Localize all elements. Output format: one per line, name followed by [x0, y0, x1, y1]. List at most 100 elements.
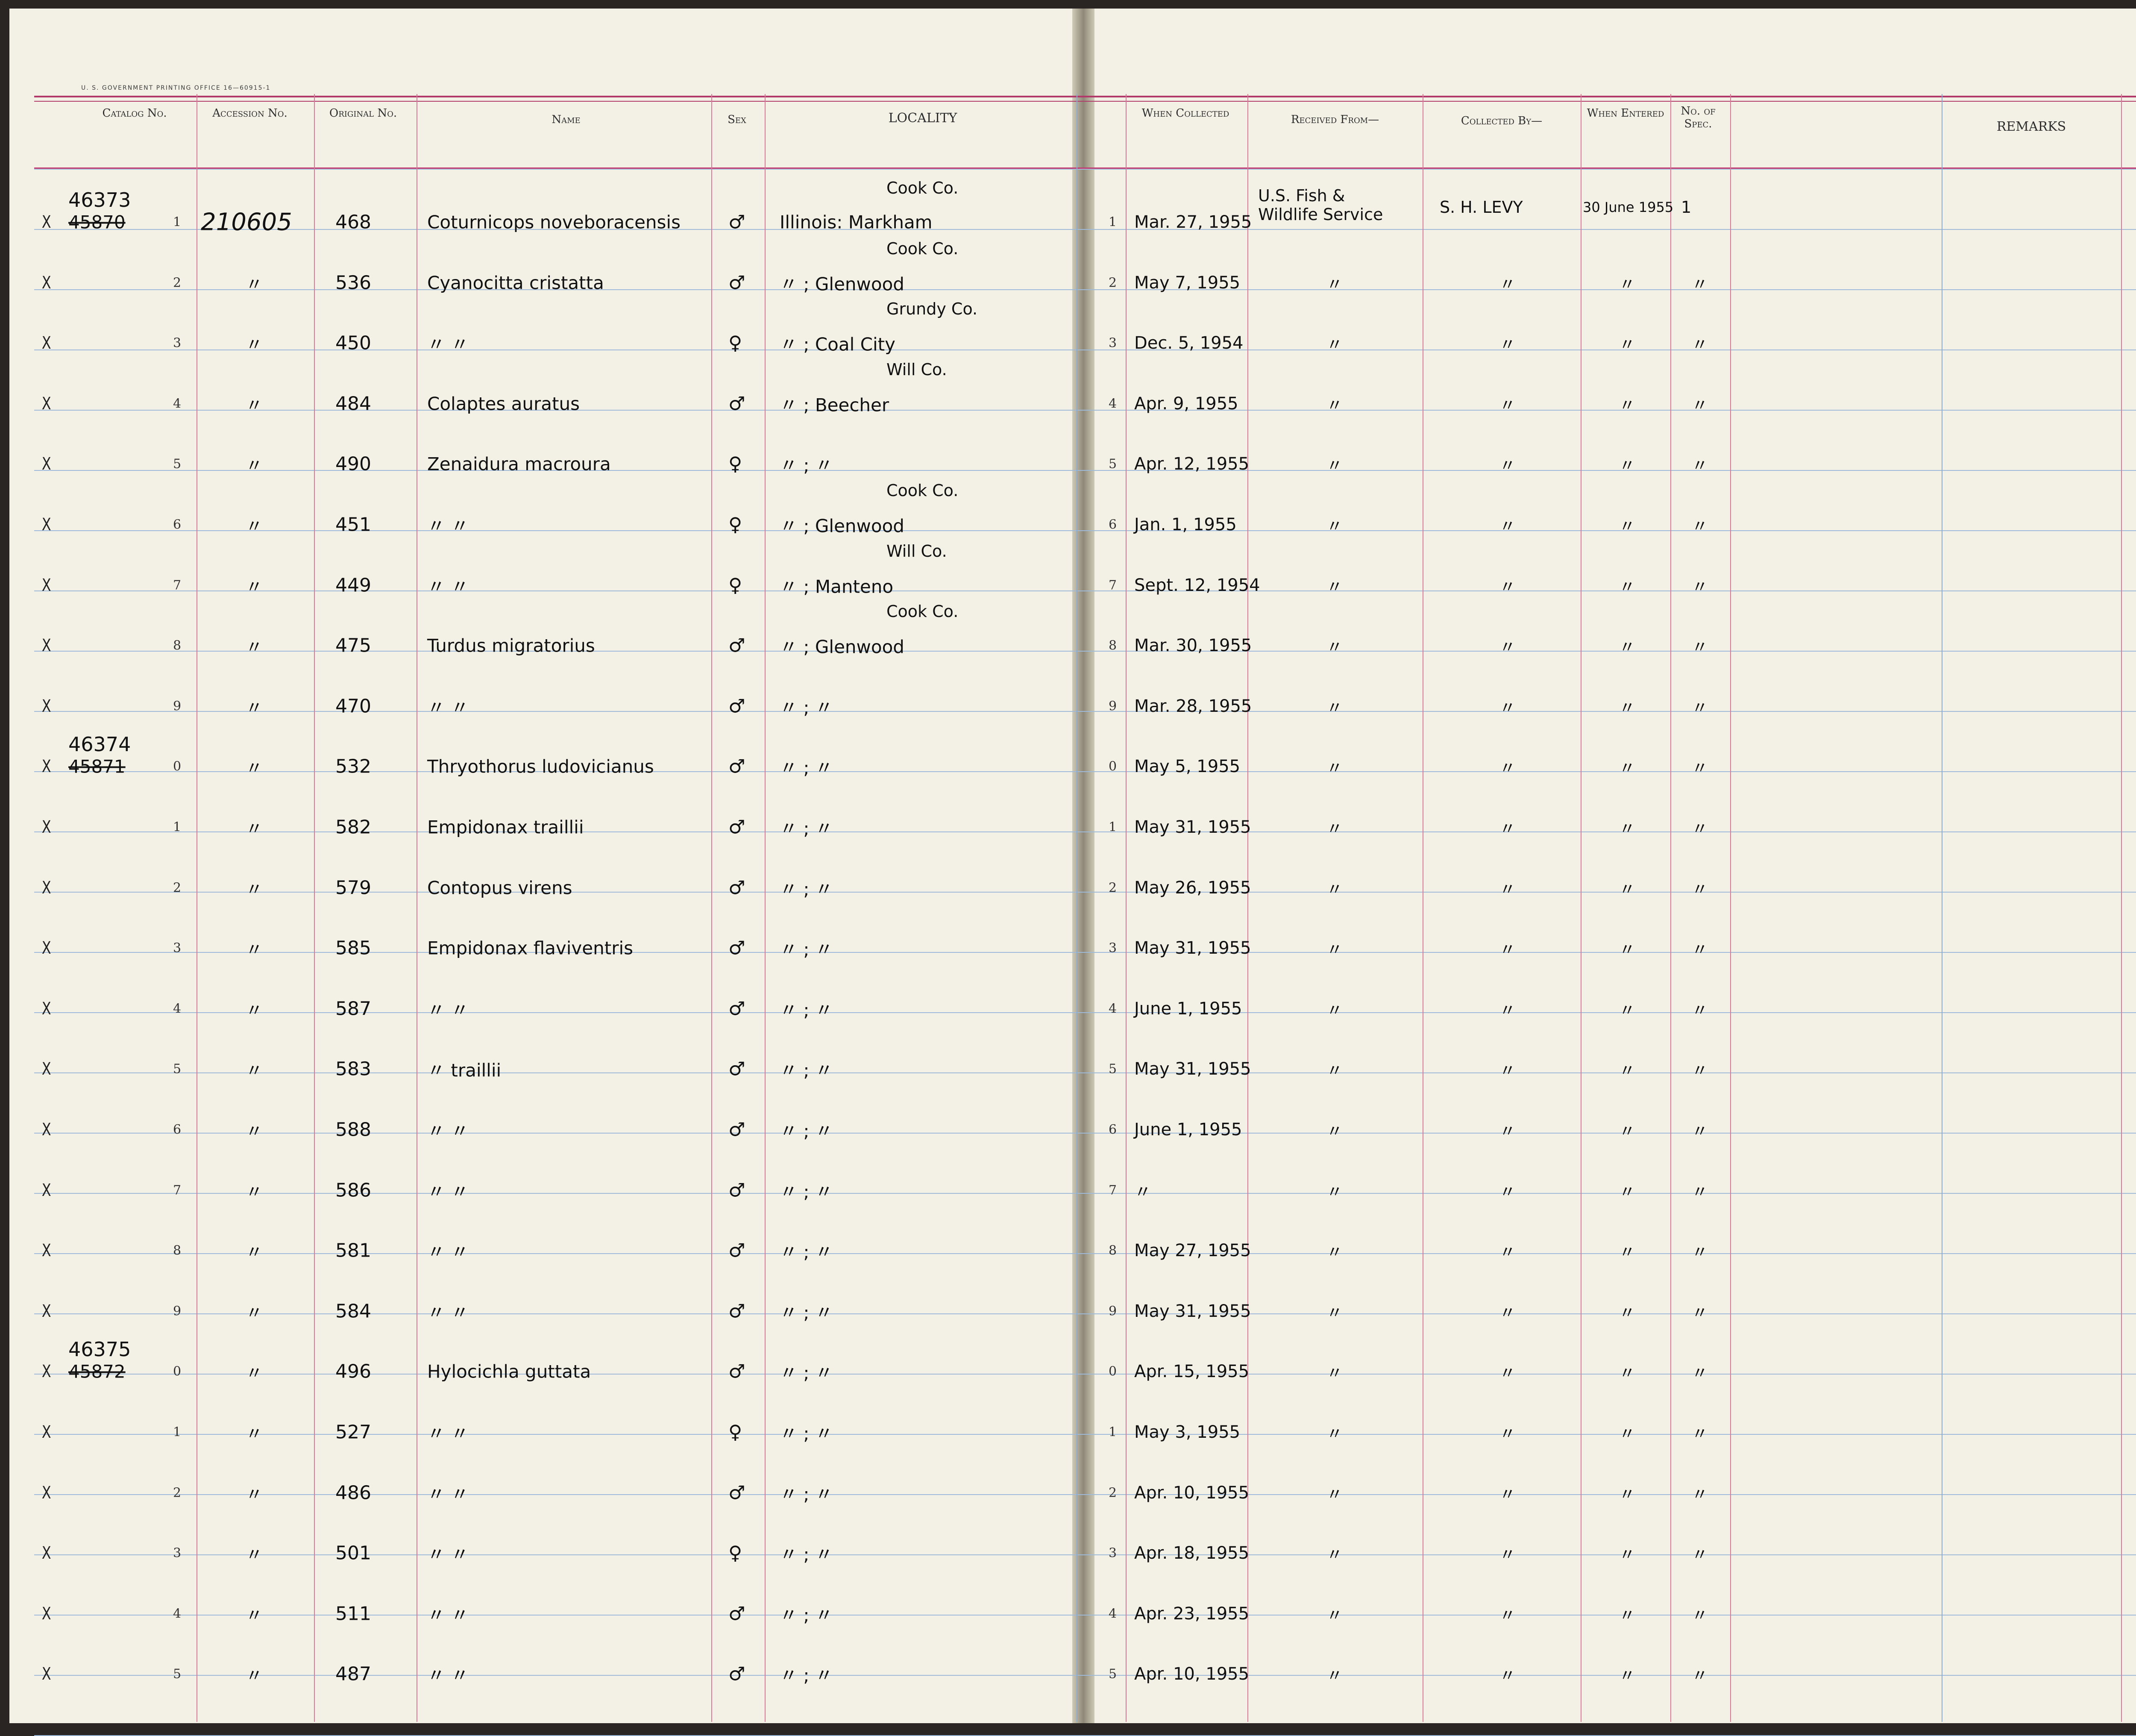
collected-by: 〃	[1499, 1424, 1516, 1443]
species-name: 〃 〃	[427, 1544, 469, 1565]
right-line-number: 0	[1109, 1364, 1117, 1379]
right-line-number: 2	[1109, 880, 1117, 896]
date-collected: June 1, 1955	[1134, 1120, 1242, 1140]
header-locality: LOCALITY	[888, 111, 957, 126]
line-number: 1	[173, 1425, 182, 1440]
locality-county: Grundy Co.	[886, 300, 978, 319]
line-number: 2	[173, 880, 182, 896]
when-entered: 〃	[1619, 1182, 1636, 1201]
number-of-specimens: 〃	[1692, 1001, 1708, 1020]
locality-county: Will Co.	[886, 541, 947, 561]
check-mark: X	[41, 1543, 51, 1563]
right-line-number: 3	[1109, 1545, 1117, 1561]
species-name: Thryothorus ludovicianus	[427, 756, 654, 777]
original-number: 532	[335, 755, 371, 778]
number-of-specimens: 〃	[1692, 1303, 1708, 1322]
sex-symbol: ♂	[728, 816, 745, 838]
accession-number: 210605	[201, 208, 292, 236]
accession-number: 〃	[246, 819, 263, 839]
received-from: 〃	[1326, 1606, 1343, 1625]
original-number: 487	[335, 1663, 371, 1685]
locality: 〃 ; 〃	[780, 1423, 833, 1444]
original-number: 450	[335, 332, 371, 354]
date-collected: May 26, 1955	[1134, 878, 1251, 898]
header-accession: Accession No.	[212, 107, 288, 120]
original-number: 475	[335, 634, 371, 657]
locality: 〃 ; Glenwood	[780, 636, 904, 658]
accession-number: 〃	[246, 395, 263, 415]
original-number: 527	[335, 1421, 371, 1443]
sex-symbol: ♀	[728, 332, 742, 354]
line-number: 9	[173, 699, 182, 714]
species-name: 〃 〃	[427, 1604, 469, 1626]
collected-by: 〃	[1499, 1363, 1516, 1383]
species-name: 〃 〃	[427, 1302, 469, 1323]
accession-number: 〃	[246, 1122, 263, 1141]
accession-number: 〃	[246, 758, 263, 778]
header-received-from: Received From—	[1291, 113, 1379, 126]
species-name: 〃 〃	[427, 999, 469, 1021]
species-name: Empidonax flaviventris	[427, 937, 634, 959]
check-mark: X	[41, 575, 51, 595]
header-when-collected: When Collected	[1141, 107, 1229, 120]
check-mark: X	[41, 1422, 51, 1442]
sex-symbol: ♂	[728, 1360, 745, 1383]
received-from: 〃	[1326, 1243, 1343, 1262]
right-line-number: 2	[1109, 275, 1117, 291]
original-number: 490	[335, 453, 371, 475]
number-of-specimens: 〃	[1692, 1545, 1708, 1564]
number-of-specimens: 〃	[1692, 396, 1708, 415]
accession-number: 〃	[246, 1363, 263, 1384]
locality: 〃 ; Glenwood	[780, 515, 904, 537]
accession-number: 〃	[246, 1243, 263, 1263]
book-gutter	[1072, 9, 1094, 1723]
when-entered: 30 June 1955	[1583, 199, 1674, 215]
sex-symbol: ♀	[728, 1542, 742, 1564]
collected-by: 〃	[1499, 335, 1516, 354]
line-number: 3	[173, 335, 182, 351]
received-from: 〃	[1326, 335, 1343, 354]
number-of-specimens: 〃	[1692, 517, 1708, 536]
locality: 〃 ; 〃	[780, 1362, 833, 1384]
locality-county: Cook Co.	[886, 481, 959, 500]
date-collected: May 7, 1955	[1134, 273, 1241, 293]
right-line-number: 2	[1109, 1485, 1117, 1501]
column-line	[1126, 94, 1127, 1722]
species-name: Contopus virens	[427, 877, 572, 899]
original-number: 449	[335, 574, 371, 596]
line-number: 0	[173, 759, 182, 774]
locality: 〃 ; 〃	[780, 1120, 833, 1142]
received-from: 〃	[1326, 517, 1343, 536]
check-mark: X	[41, 1604, 51, 1624]
when-entered: 〃	[1619, 1606, 1636, 1625]
check-mark: X	[41, 273, 51, 293]
collected-by: 〃	[1499, 940, 1516, 959]
column-line	[1730, 94, 1731, 1722]
received-from: 〃	[1326, 758, 1343, 778]
number-of-specimens: 〃	[1692, 940, 1708, 959]
check-mark: X	[41, 938, 51, 958]
check-mark: X	[41, 1059, 51, 1079]
date-collected: Apr. 10, 1955	[1134, 1664, 1250, 1684]
check-mark: X	[41, 1180, 51, 1200]
date-collected: Apr. 10, 1955	[1134, 1483, 1250, 1503]
original-number: 588	[335, 1119, 371, 1141]
received-from: 〃	[1326, 1545, 1343, 1564]
number-of-specimens: 〃	[1692, 637, 1708, 657]
sex-symbol: ♂	[728, 1663, 745, 1685]
collected-by: 〃	[1499, 1061, 1516, 1080]
when-entered: 〃	[1619, 1001, 1636, 1020]
accession-number: 〃	[246, 1182, 263, 1202]
original-number: 486	[335, 1482, 371, 1504]
catalog-number-new: 46373	[68, 188, 131, 211]
number-of-specimens: 〃	[1692, 275, 1708, 294]
collected-by: 〃	[1499, 396, 1516, 415]
collected-by: S. H. LEVY	[1440, 198, 1523, 217]
line-number: 2	[173, 1485, 182, 1501]
catalog-number-old: 45871	[68, 756, 126, 777]
catalog-number-old: 45872	[68, 1361, 126, 1382]
check-mark: X	[41, 696, 51, 716]
collected-by: 〃	[1499, 637, 1516, 657]
collected-by: 〃	[1499, 456, 1516, 475]
right-line-number: 7	[1109, 1183, 1117, 1198]
